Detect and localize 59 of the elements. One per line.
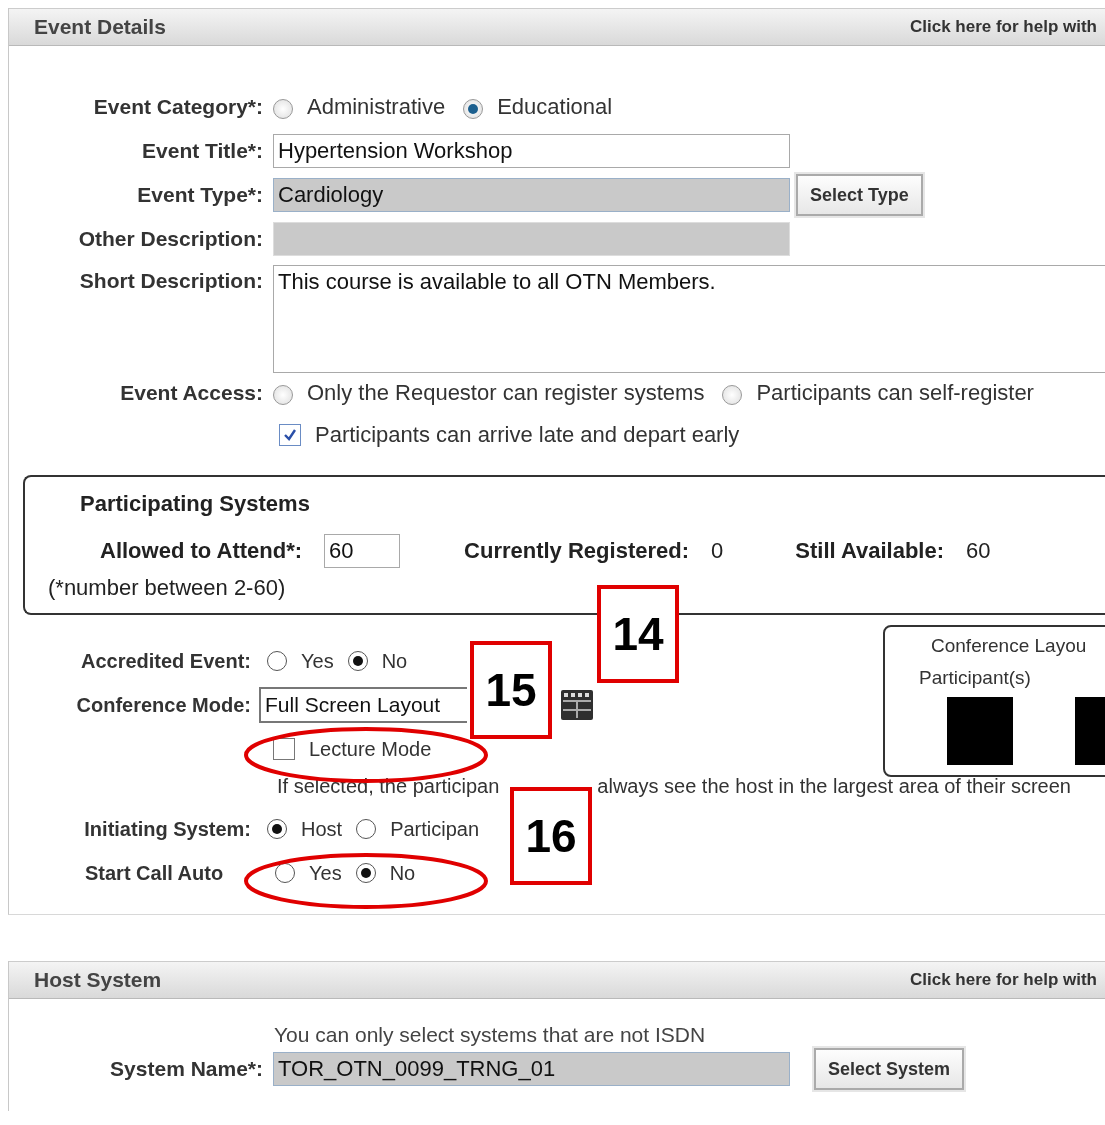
field-label: Start Call Auto	[84, 861, 225, 885]
field-label: Event Title*:	[141, 139, 264, 163]
field-label: Initiating System:	[83, 817, 252, 841]
radio-button[interactable]	[356, 819, 377, 839]
input-field[interactable]: 60	[324, 534, 401, 568]
section-title: Host System	[34, 968, 162, 992]
participants-label: Participant(s)	[919, 667, 1032, 689]
field-label: Event Access:	[119, 381, 264, 405]
note-text: always see the host in the largest area of their screen	[597, 774, 1071, 798]
checkbox[interactable]	[279, 424, 301, 446]
field-label: Allowed to Attend*:	[100, 538, 303, 564]
radio-button[interactable]	[273, 385, 293, 405]
dropdown[interactable]: Full Screen Layout	[259, 687, 467, 723]
option-label: Educational	[497, 94, 613, 120]
callout-label: 14	[597, 585, 679, 683]
text-area[interactable]: This course is available to all OTN Members.	[273, 265, 1105, 373]
option-label: Yes	[301, 649, 334, 673]
option-label: No	[389, 861, 416, 885]
radio-button[interactable]	[722, 385, 743, 405]
checkbox-label: Lecture Mode	[309, 737, 432, 761]
radio-button[interactable]	[355, 863, 376, 883]
box-title: Participating Systems	[80, 491, 311, 517]
option-label: Participants can self-register	[756, 380, 1034, 406]
option-label: Only the Requestor can register systems	[307, 380, 705, 406]
field-label: Short Description:	[78, 268, 264, 293]
panel-title: Conference Layou	[931, 635, 1088, 657]
field-label: System Name*:	[109, 1057, 264, 1081]
input-field[interactable]: Hypertension Workshop	[273, 134, 790, 168]
option-label: Participan	[390, 817, 480, 841]
hint-text: You can only select systems that are not ISDN	[274, 1023, 707, 1047]
field-label: Still Available:	[795, 538, 944, 564]
checkmark-icon	[282, 427, 298, 443]
callout-label: 16	[510, 787, 592, 885]
option-label: Administrative	[307, 94, 446, 120]
radio-button[interactable]	[463, 99, 484, 119]
help-link[interactable]: Click here for help with	[909, 17, 1097, 37]
field-label: Event Category*:	[92, 95, 264, 119]
count-value: 60	[966, 538, 991, 564]
option-label: Host	[301, 817, 343, 841]
radio-button[interactable]	[347, 651, 368, 671]
checkbox[interactable]	[273, 738, 295, 760]
callout-label: 15	[470, 641, 552, 739]
radio-button[interactable]	[273, 99, 293, 119]
checkbox-label: Participants can arrive late and depart early	[315, 422, 740, 448]
film-icon[interactable]	[561, 690, 593, 720]
radio-button[interactable]	[267, 651, 287, 671]
video-tile	[947, 697, 1013, 765]
field-label: Accredited Event:	[79, 649, 252, 673]
field-label: Conference Mode:	[75, 693, 252, 717]
field-label: Event Type*:	[136, 183, 264, 207]
field-label: Other Description:	[77, 227, 264, 251]
radio-button[interactable]	[267, 819, 287, 839]
option-label: No	[381, 649, 408, 673]
field-label: Currently Registered:	[464, 538, 689, 564]
hint-text: (*number between 2-60)	[48, 575, 287, 601]
section-title: Event Details	[34, 15, 166, 39]
radio-button[interactable]	[275, 863, 295, 883]
count-value: 0	[711, 538, 724, 564]
option-label: Yes	[309, 861, 342, 885]
